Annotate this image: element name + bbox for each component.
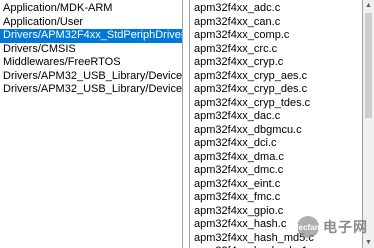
watermark-logo: elecfans: [292, 216, 324, 238]
file-item[interactable]: apm32f4xx_dci.c: [190, 137, 362, 151]
file-item[interactable]: apm32f4xx_can.c: [190, 16, 362, 30]
scroll-thumb[interactable]: [365, 13, 372, 118]
group-item[interactable]: Drivers/APM32F4xx_StdPeriphDriver: [0, 29, 182, 43]
file-item[interactable]: apm32f4xx_dma.c: [190, 151, 362, 165]
group-item[interactable]: Drivers/CMSIS: [0, 43, 182, 57]
group-item[interactable]: Middlewares/FreeRTOS: [0, 56, 182, 70]
group-item[interactable]: Drivers/APM32_USB_Library/Device/: [0, 83, 182, 97]
group-item[interactable]: Drivers/APM32_USB_Library/Device/: [0, 70, 182, 84]
file-item[interactable]: apm32f4xx_eint.c: [190, 178, 362, 192]
file-item[interactable]: apm32f4xx_adc.c: [190, 2, 362, 16]
file-list-scrollbar[interactable]: ▲ ▼: [363, 0, 374, 248]
group-list[interactable]: Application/MDK-ARM Application/User Drive…: [0, 0, 183, 248]
file-item[interactable]: apm32f4xx_cryp.c: [190, 56, 362, 70]
file-item[interactable]: apm32f4xx_dac.c: [190, 110, 362, 124]
watermark: elecfans 电子网: [292, 216, 368, 238]
file-item[interactable]: apm32f4xx_cryp_des.c: [190, 83, 362, 97]
scroll-up-arrow-icon[interactable]: ▲: [363, 0, 374, 11]
file-item[interactable]: apm32f4xx_fmc.c: [190, 191, 362, 205]
file-item[interactable]: apm32f4xx_cryp_tdes.c: [190, 97, 362, 111]
watermark-text: 电子网: [323, 219, 368, 235]
file-item[interactable]: apm32f4xx_dmc.c: [190, 164, 362, 178]
file-item[interactable]: apm32f4xx_comp.c: [190, 29, 362, 43]
group-item[interactable]: Application/MDK-ARM: [0, 2, 182, 16]
file-item[interactable]: apm32f4xx_cryp_aes.c: [190, 70, 362, 84]
file-list[interactable]: apm32f4xx_adc.c apm32f4xx_can.c apm32f4xx_…: [189, 0, 363, 248]
file-item[interactable]: apm32f4xx_dbgmcu.c: [190, 124, 362, 138]
scroll-down-arrow-icon[interactable]: ▼: [363, 237, 374, 248]
group-item[interactable]: Application/User: [0, 16, 182, 30]
file-item[interactable]: apm32f4xx_crc.c: [190, 43, 362, 57]
